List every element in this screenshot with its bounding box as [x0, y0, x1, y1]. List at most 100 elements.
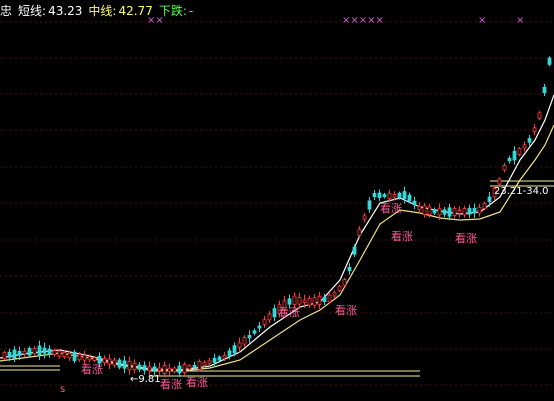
candle-up	[427, 206, 432, 216]
candle-up	[387, 192, 392, 199]
candle-up	[457, 210, 462, 214]
candle-down	[192, 364, 197, 368]
top-signal-markers: ×× ××××× × ×	[147, 15, 524, 26]
candle-up	[237, 342, 242, 348]
candle-up	[417, 205, 422, 211]
candle-down	[432, 209, 437, 214]
candle-up	[307, 298, 312, 306]
mid-line-label: 中线:	[88, 4, 117, 18]
candle-up	[337, 285, 342, 291]
signal-label: 看涨	[391, 230, 413, 243]
signal-label: 看涨	[380, 202, 402, 215]
candle-up	[167, 367, 172, 372]
candle-up	[32, 347, 37, 355]
candle-up	[202, 362, 207, 366]
candle-down	[397, 192, 402, 199]
signal-label: 看涨	[335, 304, 357, 317]
range-label: 23.21-34.0	[494, 186, 549, 197]
candle-down	[257, 325, 262, 329]
candle-up	[222, 355, 227, 359]
candle-down	[547, 57, 552, 65]
candle-up	[502, 164, 507, 171]
candle-down	[117, 359, 122, 368]
indicator-header: 忠短线: 43.23 中线: 42.77 下跌: -	[0, 2, 199, 18]
candle-down	[442, 209, 447, 215]
candle-up	[342, 279, 347, 286]
mid-line-value: 42.77	[118, 4, 153, 18]
candle-up	[107, 358, 112, 365]
candle-down	[377, 192, 382, 199]
bottom-marker: s	[60, 384, 66, 395]
candle-down	[72, 351, 77, 362]
top-signal-marker: ×	[478, 15, 486, 26]
candle-down	[177, 365, 182, 374]
candle-up	[172, 367, 177, 373]
candle-down	[142, 365, 147, 371]
signal-label: 看涨	[160, 378, 182, 391]
candle-down	[467, 207, 472, 215]
candle-down	[322, 296, 327, 303]
candle-up	[422, 205, 427, 216]
short-line-label: 短线:	[18, 4, 47, 18]
candle-up	[147, 366, 152, 372]
candle-down	[137, 364, 142, 370]
top-signal-marker: ×	[516, 15, 524, 26]
candle-up	[262, 319, 267, 325]
signal-label: 看涨	[455, 232, 477, 245]
candle-up	[157, 367, 162, 372]
candle-up	[187, 365, 192, 370]
candle-up	[242, 337, 247, 345]
signal-label: 看涨	[186, 376, 208, 389]
candle-up	[112, 359, 117, 366]
candle-up	[57, 350, 62, 357]
candle-down	[7, 351, 12, 358]
candle-up	[207, 360, 212, 364]
top-signal-marker: ×××××	[342, 15, 384, 26]
candle-down	[367, 200, 372, 210]
mid-line-curve	[0, 124, 554, 372]
candle-down	[12, 349, 17, 359]
candle-down	[412, 200, 417, 206]
candle-up	[127, 360, 132, 371]
candle-up	[327, 294, 332, 303]
candle-down	[152, 366, 157, 372]
signal-label: 看涨	[278, 306, 300, 319]
candle-up	[357, 228, 362, 236]
candle-down	[232, 345, 237, 354]
candle-up	[477, 206, 482, 214]
candle-down	[472, 207, 477, 214]
indicator-name: 忠	[0, 4, 13, 18]
candle-up	[532, 127, 537, 132]
candle-up	[182, 363, 187, 373]
candle-down	[352, 246, 357, 255]
candle-up	[452, 208, 457, 216]
signal-label: 看涨	[81, 363, 103, 376]
stock-chart-screen: 忠短线: 43.23 中线: 42.77 下跌: - ×× ××××× × × 看涨 看涨 看涨…	[0, 0, 554, 401]
candle-down	[17, 350, 22, 356]
candle-down	[217, 356, 222, 361]
candle-down	[42, 347, 47, 354]
candle-up	[302, 299, 307, 303]
candle-up	[482, 203, 487, 209]
candle-down	[227, 350, 232, 357]
candle-up	[87, 356, 92, 361]
candle-up	[77, 354, 82, 361]
candle-down	[382, 194, 387, 198]
candle-down	[402, 191, 407, 200]
short-line-value: 43.23	[48, 4, 83, 18]
candle-down	[447, 207, 452, 217]
candle-down	[487, 196, 492, 203]
candle-down	[247, 335, 252, 339]
candle-up	[537, 112, 542, 119]
candle-down	[507, 158, 512, 162]
candlesticks	[2, 56, 552, 378]
candle-up	[392, 194, 397, 198]
price-chart: ×× ××××× × ×	[0, 15, 554, 386]
candle-up	[332, 292, 337, 297]
candle-down	[252, 330, 257, 334]
candle-up	[497, 178, 502, 185]
candle-up	[162, 365, 167, 374]
candle-down	[37, 345, 42, 355]
candle-down	[372, 193, 377, 198]
candle-up	[517, 148, 522, 155]
